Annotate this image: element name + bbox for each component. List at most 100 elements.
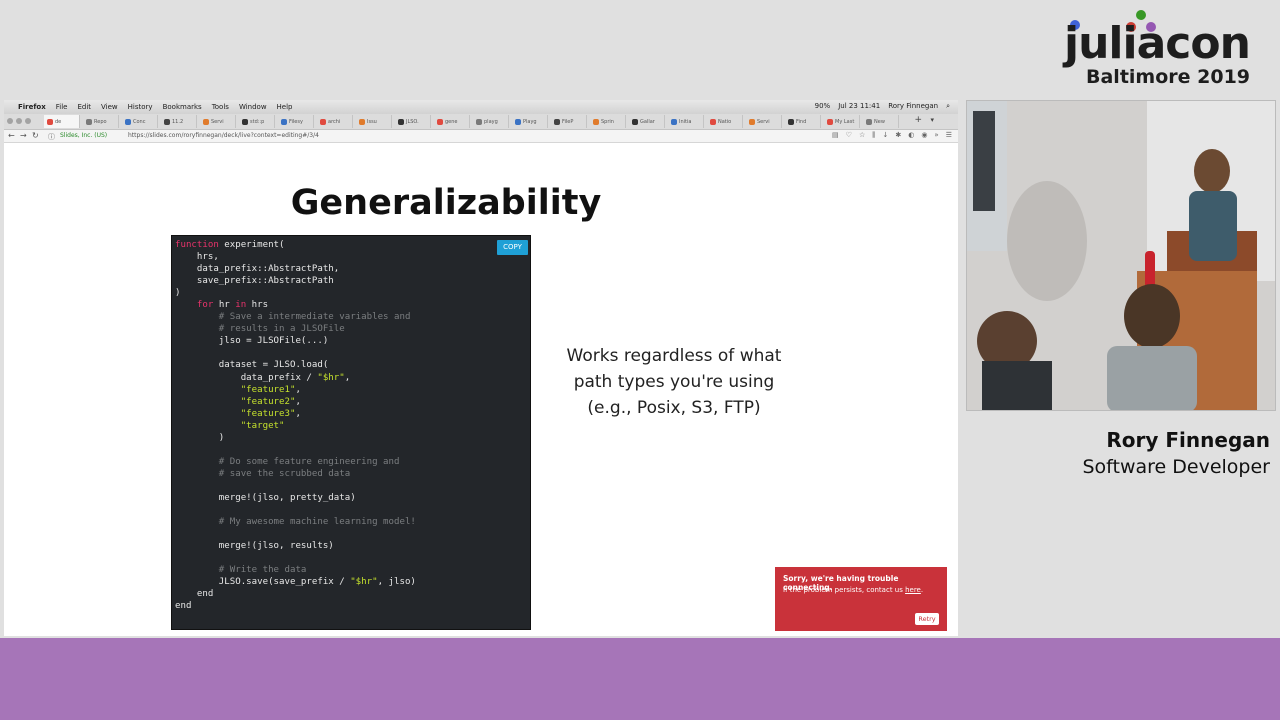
menu-edit[interactable]: Edit [77, 103, 91, 111]
browser-tab[interactable]: archi [317, 115, 353, 128]
browser-tab[interactable]: gene [434, 115, 470, 128]
tab-favicon-icon [593, 118, 599, 125]
clock[interactable]: Jul 23 11:41 [838, 102, 880, 111]
tab-label: Conc [133, 118, 146, 125]
info-icon[interactable]: ⓘ [48, 132, 55, 142]
browser-tab[interactable]: Natio [707, 115, 743, 128]
tab-label: Initia [679, 118, 692, 125]
site-identity[interactable]: Slides, Inc. (US) [60, 132, 107, 139]
browser-tab[interactable]: Filesy [278, 115, 314, 128]
extension-icon[interactable]: ◉ [921, 131, 927, 140]
spotlight-search-icon[interactable]: ⌕ [946, 102, 950, 111]
back-icon[interactable]: ← [8, 131, 15, 140]
retry-button[interactable]: Retry [915, 613, 939, 625]
logo-city: Baltimore 2019 [1086, 66, 1251, 88]
browser-tab[interactable]: Sprin [590, 115, 626, 128]
battery-status[interactable]: 90% [815, 102, 831, 111]
new-tab-icon[interactable]: + [914, 115, 922, 125]
tab-label: Servi [757, 118, 770, 125]
logo-wordmark: juliacon [1064, 18, 1251, 69]
tab-label: Filesy [289, 118, 303, 125]
window-close-icon[interactable] [7, 118, 13, 124]
tab-strip: de Repo Conc 11.2 Servi std::p Filesy archi Issu… [4, 114, 958, 130]
menu-bookmarks[interactable]: Bookmarks [163, 103, 202, 111]
tab-favicon-icon [710, 118, 716, 125]
tab-label: Sprin [601, 118, 614, 125]
tab-label: New [874, 118, 885, 125]
tab-label: Playg [523, 118, 537, 125]
nav-toolbar: ← → ↻ ⓘ Slides, Inc. (US) https://slides… [4, 130, 958, 143]
browser-tab[interactable]: playg [473, 115, 509, 128]
menu-firefox[interactable]: Firefox [18, 103, 46, 111]
tab-favicon-icon [281, 118, 287, 125]
speaker-title: Software Developer [1082, 456, 1270, 478]
tab-favicon-icon [749, 118, 755, 125]
browser-tab[interactable]: Repo [83, 115, 119, 128]
tab-favicon-icon [125, 118, 131, 125]
url-bar[interactable]: https://slides.com/roryfinnegan/deck/liv… [128, 132, 319, 139]
slide-note: Works regardless of what path types you'… [534, 343, 814, 421]
tab-favicon-icon [788, 118, 794, 125]
browser-tab[interactable]: Conc [122, 115, 158, 128]
pocket-icon[interactable]: ♡ [846, 131, 852, 140]
browser-tab[interactable]: Servi [200, 115, 236, 128]
menu-help[interactable]: Help [277, 103, 293, 111]
tab-label: archi [328, 118, 341, 125]
user-name[interactable]: Rory Finnegan [888, 102, 938, 111]
code-text: function experiment( hrs, data_prefix::A… [175, 240, 416, 612]
slide-title: Generalizability [290, 183, 602, 223]
tab-favicon-icon [47, 118, 53, 125]
browser-tab[interactable]: Find [785, 115, 821, 128]
browser-tab[interactable]: My Last [824, 115, 860, 128]
tab-favicon-icon [203, 118, 209, 125]
code-block: function experiment( hrs, data_prefix::A… [171, 235, 531, 630]
reader-view-icon[interactable]: ▤ [832, 131, 839, 140]
menu-view[interactable]: View [101, 103, 118, 111]
browser-tab[interactable]: 11.2 [161, 115, 197, 128]
window-maximize-icon[interactable] [25, 118, 31, 124]
browser-tab[interactable]: Gallar [629, 115, 665, 128]
window-minimize-icon[interactable] [16, 118, 22, 124]
copy-code-button[interactable]: COPY [497, 240, 528, 255]
hamburger-menu-icon[interactable]: ☰ [946, 131, 952, 140]
tab-favicon-icon [359, 118, 365, 125]
contact-link[interactable]: here [905, 586, 921, 594]
camera-scene [967, 101, 1275, 410]
browser-tab[interactable]: de [44, 115, 80, 128]
juliacon-logo: juliacon Baltimore 2019 [1060, 8, 1266, 90]
extension-icon[interactable]: ✱ [895, 131, 901, 140]
browser-tab[interactable]: Servi [746, 115, 782, 128]
tab-label: Gallar [640, 118, 655, 125]
tab-list-menu-icon[interactable]: ▾ [930, 116, 934, 124]
forward-icon[interactable]: → [20, 131, 27, 140]
download-icon[interactable]: ↓ [882, 131, 888, 140]
menu-history[interactable]: History [128, 103, 153, 111]
tab-label: Natio [718, 118, 732, 125]
extension-icon[interactable]: ◐ [908, 131, 914, 140]
menu-window[interactable]: Window [239, 103, 267, 111]
tab-label: FileP [562, 118, 574, 125]
reload-icon[interactable]: ↻ [32, 131, 39, 140]
tab-label: de [55, 118, 62, 125]
tab-favicon-icon [320, 118, 326, 125]
browser-tab[interactable]: std::p [239, 115, 275, 128]
tab-favicon-icon [164, 118, 170, 125]
tab-label: gene [445, 118, 458, 125]
browser-tab[interactable]: Issu [356, 115, 392, 128]
library-icon[interactable]: ⫼ [872, 131, 875, 140]
browser-tab[interactable]: Playg [512, 115, 548, 128]
browser-tab[interactable]: FileP [551, 115, 587, 128]
overflow-icon[interactable]: » [934, 131, 938, 140]
tab-favicon-icon [398, 118, 404, 125]
browser-tab[interactable]: JLSO. [395, 115, 431, 128]
menu-file[interactable]: File [56, 103, 68, 111]
bookmark-star-icon[interactable]: ☆ [859, 131, 865, 140]
browser-tab[interactable]: New [863, 115, 899, 128]
tab-label: playg [484, 118, 498, 125]
menu-status-area: 90% Jul 23 11:41 Rory Finnegan ⌕ [815, 102, 950, 111]
tab-favicon-icon [632, 118, 638, 125]
menu-tools[interactable]: Tools [212, 103, 229, 111]
browser-tab[interactable]: Initia [668, 115, 704, 128]
toast-body: If the problem persists, contact us here… [783, 586, 924, 594]
tab-label: Repo [94, 118, 107, 125]
